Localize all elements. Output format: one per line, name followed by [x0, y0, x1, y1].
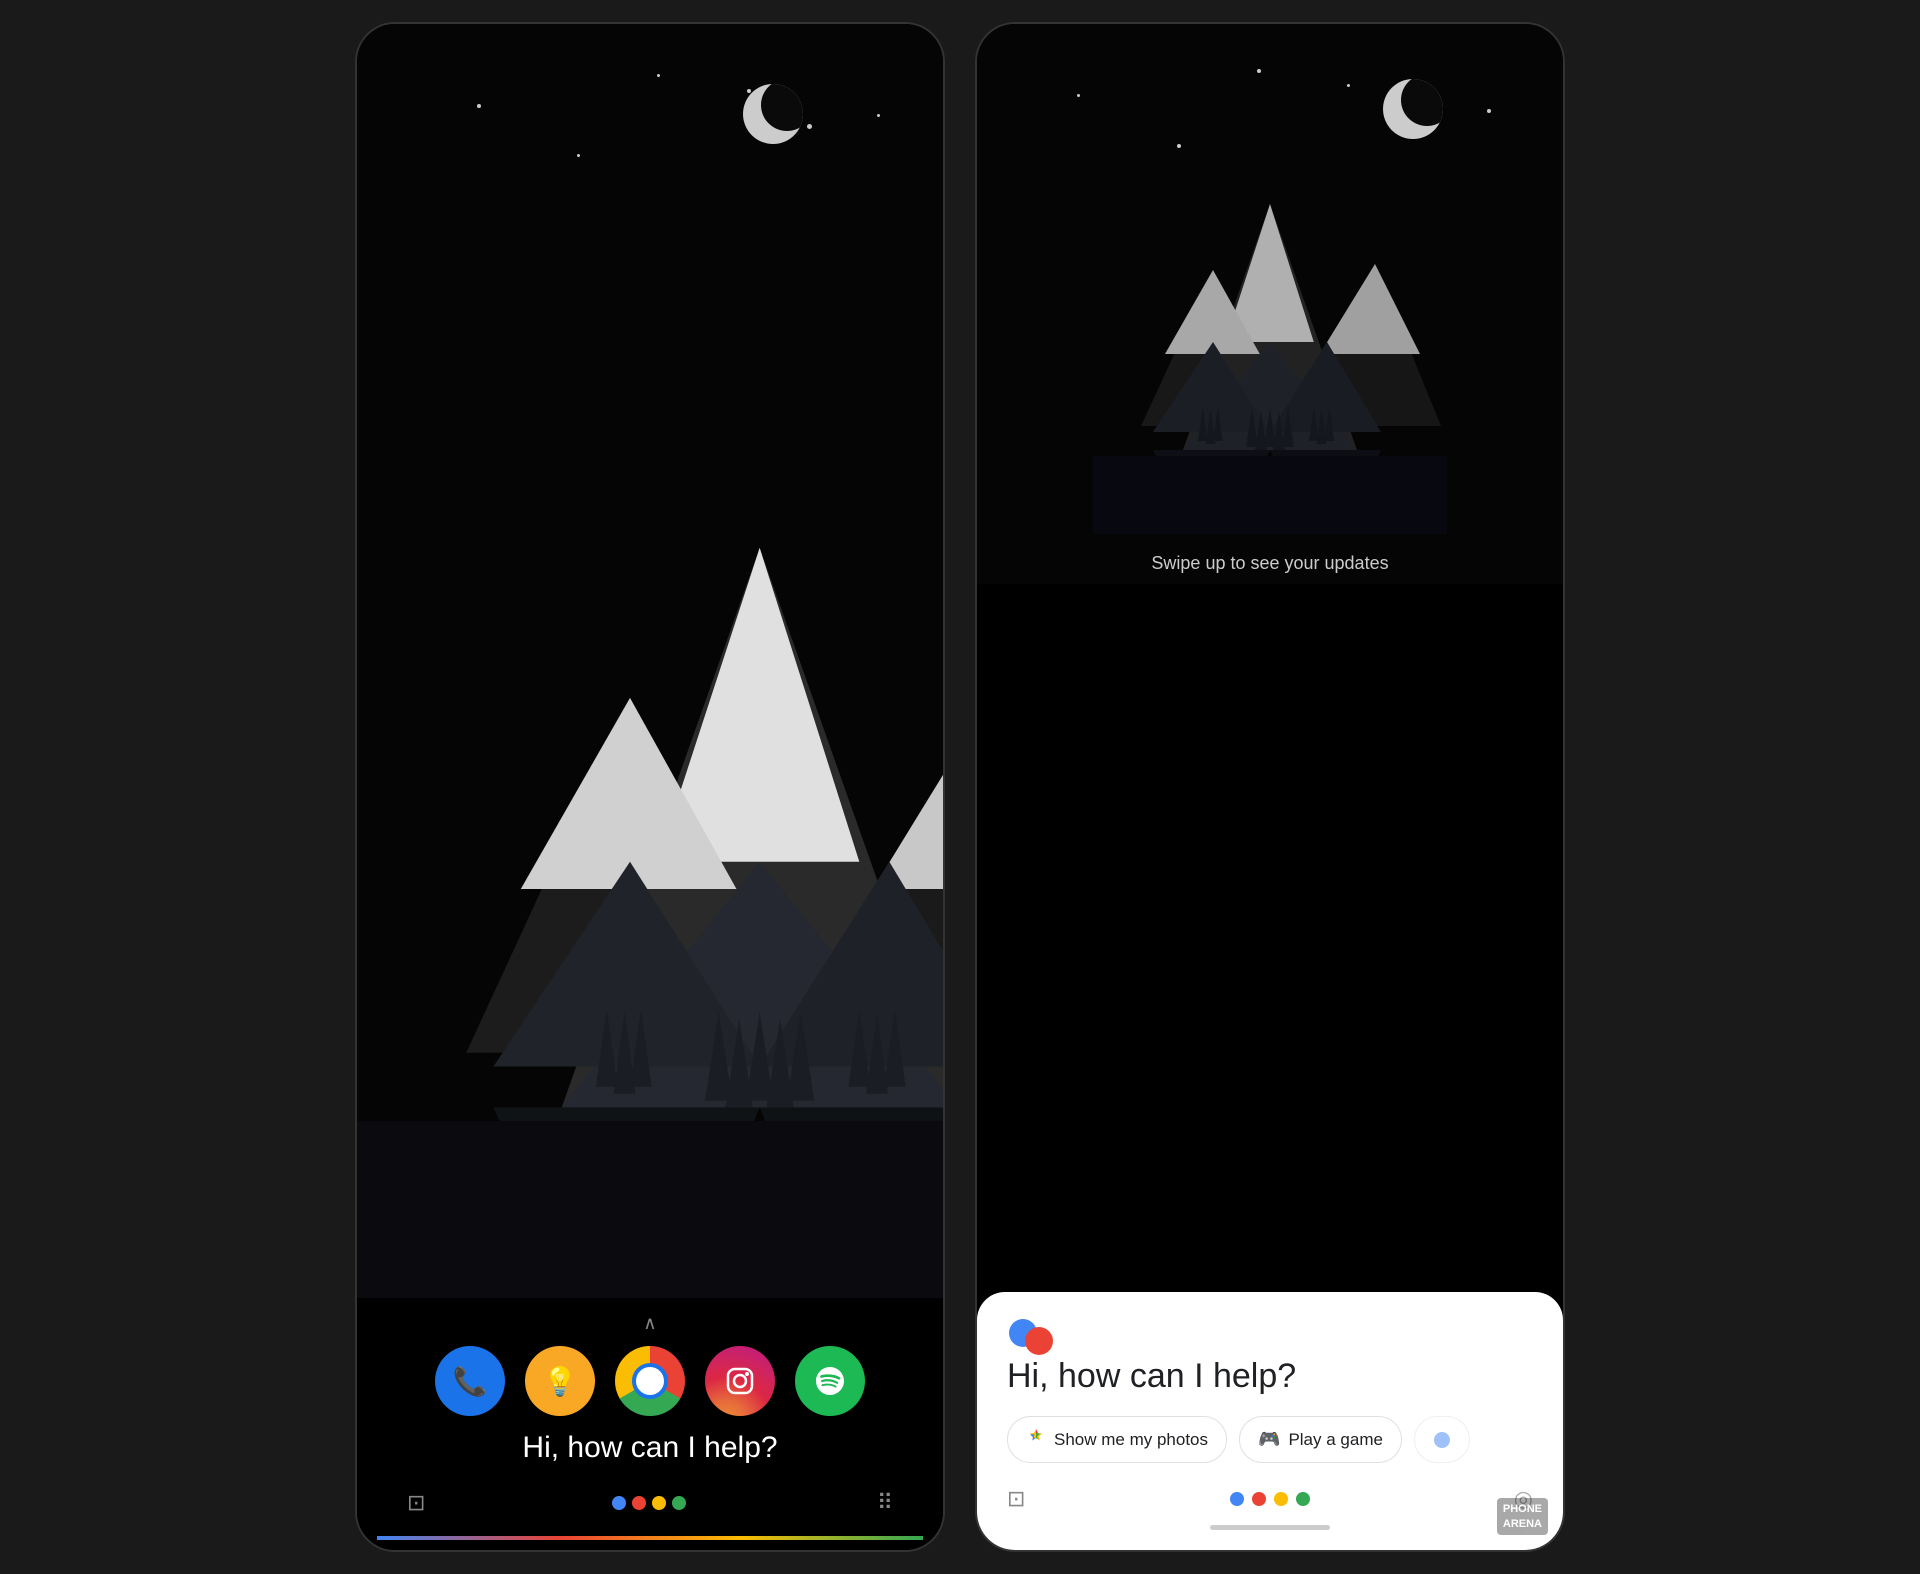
star [477, 104, 481, 108]
star [1257, 69, 1261, 73]
listen-dot-yellow [1274, 1492, 1288, 1506]
google-dots-left [611, 1495, 691, 1511]
listen-dot-green [1296, 1492, 1310, 1506]
chip-photos[interactable]: Show me my photos [1007, 1416, 1227, 1463]
phone-bottom-left: 📞 💡 [357, 1298, 943, 1550]
photos-chip-icon [1026, 1427, 1046, 1452]
listen-dot-red [1252, 1492, 1266, 1506]
tv-icon-left: ⊡ [407, 1490, 425, 1516]
swipe-hint [377, 1313, 923, 1334]
wallpaper-right: Swipe up to see your updates [977, 24, 1563, 584]
app-icon-spotify[interactable] [795, 1346, 865, 1416]
assistant-text-left: Hi, how can I help? [377, 1431, 923, 1465]
assistant-logo [1007, 1317, 1533, 1357]
assistant-greeting-right: Hi, how can I help? [1007, 1357, 1533, 1396]
phone-bottom-bar-left: ⊡ ⠿ [377, 1480, 923, 1536]
wallpaper-left [357, 24, 943, 1298]
game-chip-icon: 🎮 [1258, 1429, 1280, 1450]
star [577, 154, 580, 157]
grid-icon-left: ⠿ [877, 1490, 893, 1516]
chip-extra[interactable] [1414, 1416, 1470, 1463]
suggestion-chips: Show me my photos 🎮 Play a game [1007, 1416, 1533, 1463]
chip-photos-label: Show me my photos [1054, 1430, 1208, 1450]
app-icon-phone[interactable]: 📞 [435, 1346, 505, 1416]
listen-dot-blue [1230, 1492, 1244, 1506]
app-dock: 📞 💡 [377, 1346, 923, 1416]
chip-game-label: Play a game [1288, 1430, 1383, 1450]
home-bar [1210, 1525, 1330, 1530]
app-icon-instagram[interactable] [705, 1346, 775, 1416]
app-icon-tips[interactable]: 💡 [525, 1346, 595, 1416]
moon-icon [743, 84, 803, 144]
assistant-card: Hi, how can I help? Show me my photos [977, 1292, 1563, 1550]
watermark: PHONE ARENA [1497, 1498, 1548, 1535]
tv-icon-right: ⊡ [1007, 1486, 1025, 1512]
star [747, 89, 751, 93]
app-container: 📞 💡 [0, 0, 1920, 1574]
star [657, 74, 660, 77]
star [1487, 109, 1491, 113]
chip-game[interactable]: 🎮 Play a game [1239, 1416, 1402, 1463]
mountain-scene-right [977, 114, 1563, 534]
phone-left: 📞 💡 [355, 22, 945, 1552]
phone-right: Swipe up to see your updates Hi, how can… [975, 22, 1565, 1552]
swipe-label: Swipe up to see your updates [977, 553, 1563, 574]
star [807, 124, 812, 129]
assistant-bottom-bar: ⊡ ◎ [1007, 1481, 1533, 1517]
google-color-bar-left [377, 1536, 923, 1540]
star [1077, 94, 1080, 97]
star [877, 114, 880, 117]
listening-dots [1230, 1492, 1310, 1506]
star [1347, 84, 1350, 87]
mountain-scene [357, 343, 943, 1299]
app-icon-chrome[interactable] [615, 1346, 685, 1416]
